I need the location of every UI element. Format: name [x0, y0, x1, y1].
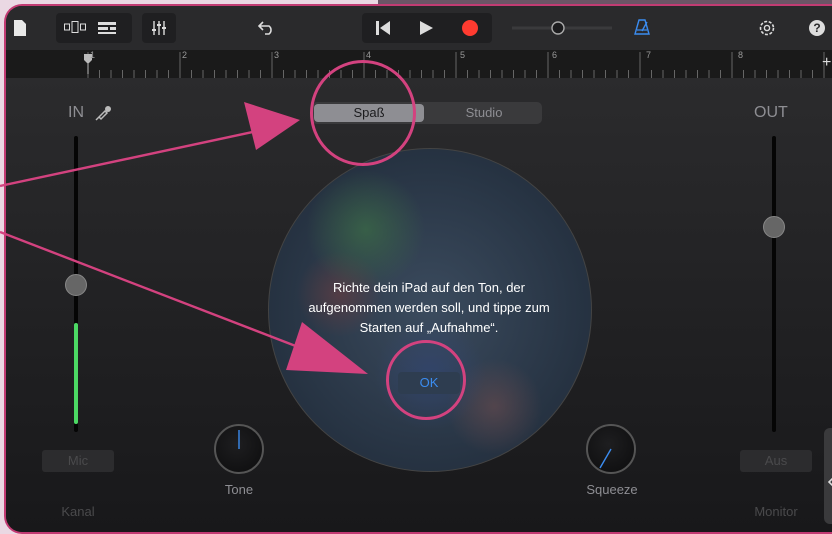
tone-knob-indicator — [238, 430, 240, 449]
ruler-mark-5: 5 — [460, 50, 466, 60]
mixer-icon — [151, 20, 167, 40]
play-icon[interactable] — [420, 21, 433, 39]
mic-channel-button[interactable]: Mic — [42, 450, 114, 472]
monitor-toggle-button[interactable]: Aus — [740, 450, 812, 472]
list-view-icon[interactable] — [98, 22, 116, 38]
squeeze-knob[interactable] — [586, 424, 636, 474]
tone-knob[interactable] — [214, 424, 264, 474]
help-icon[interactable]: ? — [809, 20, 825, 36]
squeeze-label: Squeeze — [586, 482, 638, 497]
input-settings-icon[interactable] — [94, 104, 112, 126]
rewind-icon[interactable] — [376, 21, 390, 39]
ruler-mark-8: 8 — [738, 50, 744, 60]
monitor-caption: Monitor — [754, 504, 798, 519]
ruler-mark-3: 3 — [274, 50, 280, 60]
output-label: OUT — [754, 104, 788, 121]
toolbar: ? — [6, 6, 832, 50]
document-icon[interactable] — [14, 20, 26, 40]
master-volume-icon[interactable] — [512, 20, 612, 40]
timeline-ruler[interactable]: 1 2 3 4 5 6 7 8 + — [6, 50, 832, 79]
settings-icon[interactable] — [758, 19, 776, 41]
mode-option-studio[interactable]: Studio — [430, 104, 538, 122]
ruler-mark-2: 2 — [182, 50, 188, 60]
ruler-mark-6: 6 — [552, 50, 558, 60]
record-icon[interactable] — [462, 20, 478, 40]
ipad-screen: ? 1 2 3 4 5 6 7 8 + IN OUT Spaß Studio R… — [4, 4, 832, 534]
tracks-view-icon[interactable] — [64, 21, 86, 37]
add-section-button[interactable]: + — [822, 54, 831, 72]
ruler-mark-4: 4 — [366, 50, 372, 60]
instruction-message: Richte dein iPad auf den Ton, der aufgen… — [308, 280, 550, 335]
screenshot: ? 1 2 3 4 5 6 7 8 + IN OUT Spaß Studio R… — [0, 0, 832, 534]
annotation-circle-ok — [386, 340, 466, 420]
tone-label: Tone — [224, 482, 254, 497]
ruler-mark-7: 7 — [646, 50, 652, 60]
chevron-left-icon — [827, 476, 832, 492]
ruler-ticks — [87, 52, 825, 78]
annotation-circle-mode — [310, 60, 416, 166]
input-level-thumb[interactable] — [65, 274, 87, 296]
metronome-icon[interactable] — [634, 19, 650, 39]
ruler-mark-1: 1 — [90, 50, 96, 60]
channel-caption: Kanal — [61, 504, 95, 519]
input-label: IN — [68, 104, 84, 121]
input-level-meter — [74, 323, 78, 424]
undo-icon[interactable] — [257, 19, 276, 39]
output-level-thumb[interactable] — [763, 216, 785, 238]
squeeze-knob-indicator — [599, 448, 612, 469]
output-level-slider[interactable] — [772, 136, 776, 432]
